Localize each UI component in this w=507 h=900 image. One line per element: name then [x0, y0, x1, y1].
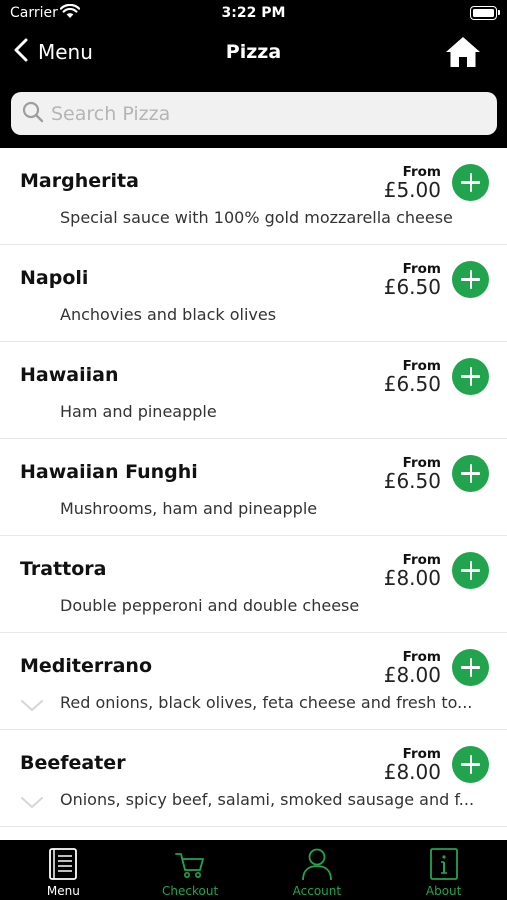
nav-bar: Menu Pizza: [0, 28, 507, 80]
list-item[interactable]: Napoli From £6.50 Anchovies and black ol…: [0, 245, 507, 342]
tab-label: Menu: [46, 884, 80, 898]
item-description: Mushrooms, ham and pineapple: [60, 499, 318, 518]
add-button[interactable]: [452, 746, 489, 783]
list-item[interactable]: Trattora From £8.00 Double pepperoni and…: [0, 536, 507, 633]
tab-label: About: [425, 884, 462, 898]
info-icon: [380, 847, 507, 881]
search-bar[interactable]: [11, 92, 497, 135]
list-item[interactable]: Hawaiian From £6.50 Ham and pineapple: [0, 342, 507, 439]
item-description: Onions, spicy beef, salami, smoked sausa…: [60, 790, 475, 809]
item-price: £8.00: [383, 566, 441, 590]
tab-checkout[interactable]: Checkout: [127, 840, 254, 900]
item-name: Hawaiian: [20, 364, 119, 386]
chevron-left-icon: [14, 38, 38, 67]
tab-menu[interactable]: Menu: [0, 840, 127, 900]
item-name: Mediterrano: [20, 655, 153, 677]
item-name: Napoli: [20, 267, 89, 289]
tab-label: Checkout: [162, 884, 219, 898]
pizza-list: Margherita From £5.00 Special sauce with…: [0, 148, 507, 840]
tab-label: Account: [292, 884, 342, 898]
menu-book-icon: [0, 847, 127, 881]
home-button[interactable]: [445, 36, 481, 72]
list-item[interactable]: Mediterrano From £8.00 Red onions, black…: [0, 633, 507, 730]
add-button[interactable]: [452, 261, 489, 298]
item-price: £6.50: [383, 372, 441, 396]
item-price: £5.00: [383, 178, 441, 202]
tab-bar: Menu Checkout Account About: [0, 840, 507, 900]
item-description: Special sauce with 100% gold mozzarella …: [60, 208, 453, 227]
item-price: £6.50: [383, 275, 441, 299]
add-button[interactable]: [452, 455, 489, 492]
add-button[interactable]: [452, 358, 489, 395]
search-icon: [21, 100, 45, 128]
person-icon: [254, 847, 381, 881]
chevron-down-icon[interactable]: [20, 795, 44, 814]
item-description: Ham and pineapple: [60, 402, 217, 421]
item-name: Margherita: [20, 170, 139, 192]
list-item[interactable]: Margherita From £5.00 Special sauce with…: [0, 148, 507, 245]
item-price: £8.00: [383, 760, 441, 784]
item-name: Hawaiian Funghi: [20, 461, 198, 483]
tab-account[interactable]: Account: [254, 840, 381, 900]
item-price: £8.00: [383, 663, 441, 687]
item-description: Anchovies and black olives: [60, 305, 277, 324]
list-item[interactable]: Hawaiian Funghi From £6.50 Mushrooms, ha…: [0, 439, 507, 536]
cart-icon: [127, 847, 254, 881]
add-button[interactable]: [452, 552, 489, 589]
status-time: 3:22 PM: [221, 5, 286, 21]
item-price: £6.50: [383, 469, 441, 493]
battery-icon: [470, 6, 500, 20]
chevron-down-icon[interactable]: [20, 698, 44, 717]
add-button[interactable]: [452, 649, 489, 686]
item-name: Beefeater: [20, 752, 126, 774]
list-item[interactable]: Beefeater From £8.00 Onions, spicy beef,…: [0, 730, 507, 827]
tab-about[interactable]: About: [380, 840, 507, 900]
item-description: Double pepperoni and double cheese: [60, 596, 360, 615]
item-description: Red onions, black olives, feta cheese an…: [60, 693, 473, 712]
search-input[interactable]: [51, 102, 481, 125]
status-bar: Carrier 3:22 PM: [0, 0, 507, 28]
back-button[interactable]: Menu: [14, 36, 93, 68]
header: Carrier 3:22 PM Menu Pizza: [0, 0, 507, 148]
item-name: Trattora: [20, 558, 107, 580]
home-icon: [445, 37, 481, 72]
add-button[interactable]: [452, 164, 489, 201]
back-button-label: Menu: [38, 40, 93, 64]
